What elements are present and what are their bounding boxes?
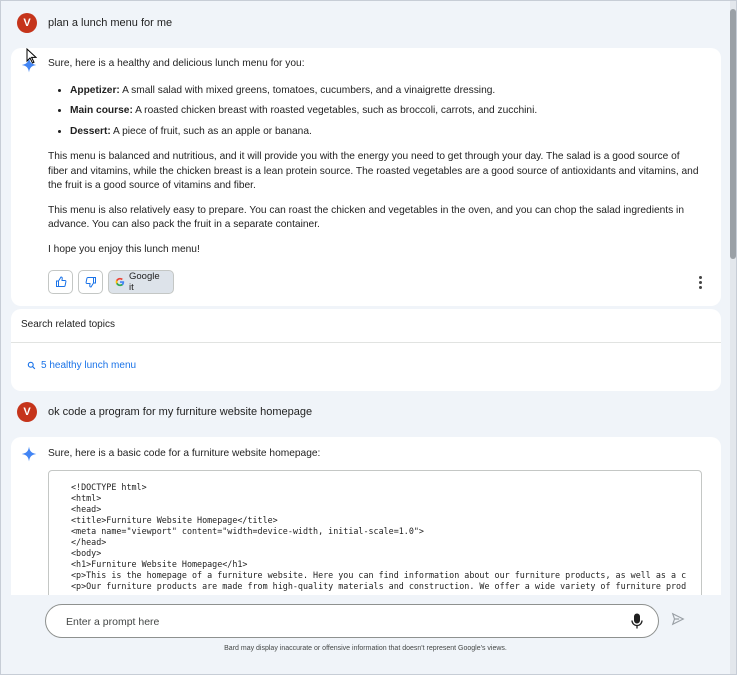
avatar[interactable]: V	[17, 13, 37, 33]
code-line: <!DOCTYPE html>	[71, 482, 147, 492]
google-it-button[interactable]: Google it	[108, 270, 174, 294]
code-line: <head>	[71, 504, 102, 514]
response-intro: Sure, here is a healthy and delicious lu…	[48, 58, 305, 69]
divider	[11, 342, 721, 343]
scrollbar-thumb[interactable]	[730, 9, 736, 259]
scrollbar[interactable]	[730, 1, 736, 674]
mouse-cursor-icon	[26, 48, 37, 64]
menu-item-text: A small salad with mixed greens, tomatoe…	[119, 84, 496, 96]
list-item: Dessert: A piece of fruit, such as an ap…	[70, 125, 699, 140]
response-card-1: Sure, here is a healthy and delicious lu…	[11, 48, 721, 306]
user-prompt-text: plan a lunch menu for me	[48, 17, 173, 29]
menu-item-label: Dessert:	[70, 125, 111, 137]
thumbs-down-icon	[85, 277, 96, 288]
code-line: <h1>Furniture Website Homepage</h1>	[71, 559, 248, 569]
related-topics-panel: Search related topics 5 healthy lunch me…	[11, 309, 721, 391]
response-body: Sure, here is a healthy and delicious lu…	[48, 57, 699, 257]
avatar[interactable]: V	[17, 402, 37, 422]
code-line: <meta name="viewport" content="width=dev…	[71, 526, 424, 536]
search-icon	[27, 361, 36, 370]
response-paragraph: This menu is also relatively easy to pre…	[48, 204, 684, 231]
related-topic-text: 5 healthy lunch menu	[41, 360, 137, 371]
prompt-box	[45, 604, 659, 638]
related-topic-link[interactable]: 5 healthy lunch menu	[27, 360, 136, 371]
code-line: </head>	[71, 537, 107, 547]
response-intro: Sure, here is a basic code for a furnitu…	[48, 448, 321, 459]
menu-item-text: A roasted chicken breast with roasted ve…	[132, 105, 538, 116]
menu-item-label: Main course:	[70, 105, 133, 116]
code-line: <body>	[71, 548, 102, 558]
mic-icon[interactable]	[631, 613, 643, 629]
response-paragraph: I hope you enjoy this lunch menu!	[48, 243, 200, 255]
response-card-2: Sure, here is a basic code for a furnitu…	[11, 437, 721, 595]
user-prompt-1: V plan a lunch menu for me	[17, 13, 172, 33]
thumbs-up-button[interactable]	[48, 270, 73, 294]
thumbs-up-icon	[55, 276, 66, 287]
prompt-input[interactable]	[64, 612, 608, 632]
google-it-label: Google it	[129, 271, 160, 293]
disclaimer-text: Bard may display inaccurate or offensive…	[224, 645, 507, 652]
list-item: Main course: A roasted chicken breast wi…	[70, 104, 699, 119]
chat-scroll-area[interactable]: V plan a lunch menu for me Sure, here is…	[1, 1, 730, 595]
more-vert-icon[interactable]	[699, 276, 703, 291]
menu-item-label: Appetizer:	[70, 84, 120, 96]
menu-item-text: A piece of fruit, such as an apple or ba…	[110, 125, 312, 137]
user-prompt-text: ok code a program for my furniture websi…	[48, 406, 313, 418]
google-g-icon	[115, 277, 125, 287]
code-line: <html>	[71, 493, 102, 503]
code-line: <title>Furniture Website Homepage</title…	[71, 515, 278, 525]
menu-list: Appetizer: A small salad with mixed gree…	[48, 84, 699, 140]
related-topics-title: Search related topics	[21, 319, 115, 330]
list-item: Appetizer: A small salad with mixed gree…	[70, 84, 699, 99]
code-block[interactable]: <!DOCTYPE html> <html> <head> <title>Fur…	[48, 470, 702, 595]
send-icon[interactable]	[671, 612, 685, 626]
thumbs-down-button[interactable]	[78, 270, 103, 294]
sparkle-icon	[21, 446, 37, 462]
bard-window: V plan a lunch menu for me Sure, here is…	[0, 0, 737, 675]
response-paragraph: This menu is balanced and nutritious, an…	[48, 151, 699, 191]
user-prompt-2: V ok code a program for my furniture web…	[17, 402, 312, 422]
code-line: <p>Our furniture products are made from …	[71, 581, 687, 591]
code-line: <p>This is the homepage of a furniture w…	[71, 570, 687, 580]
